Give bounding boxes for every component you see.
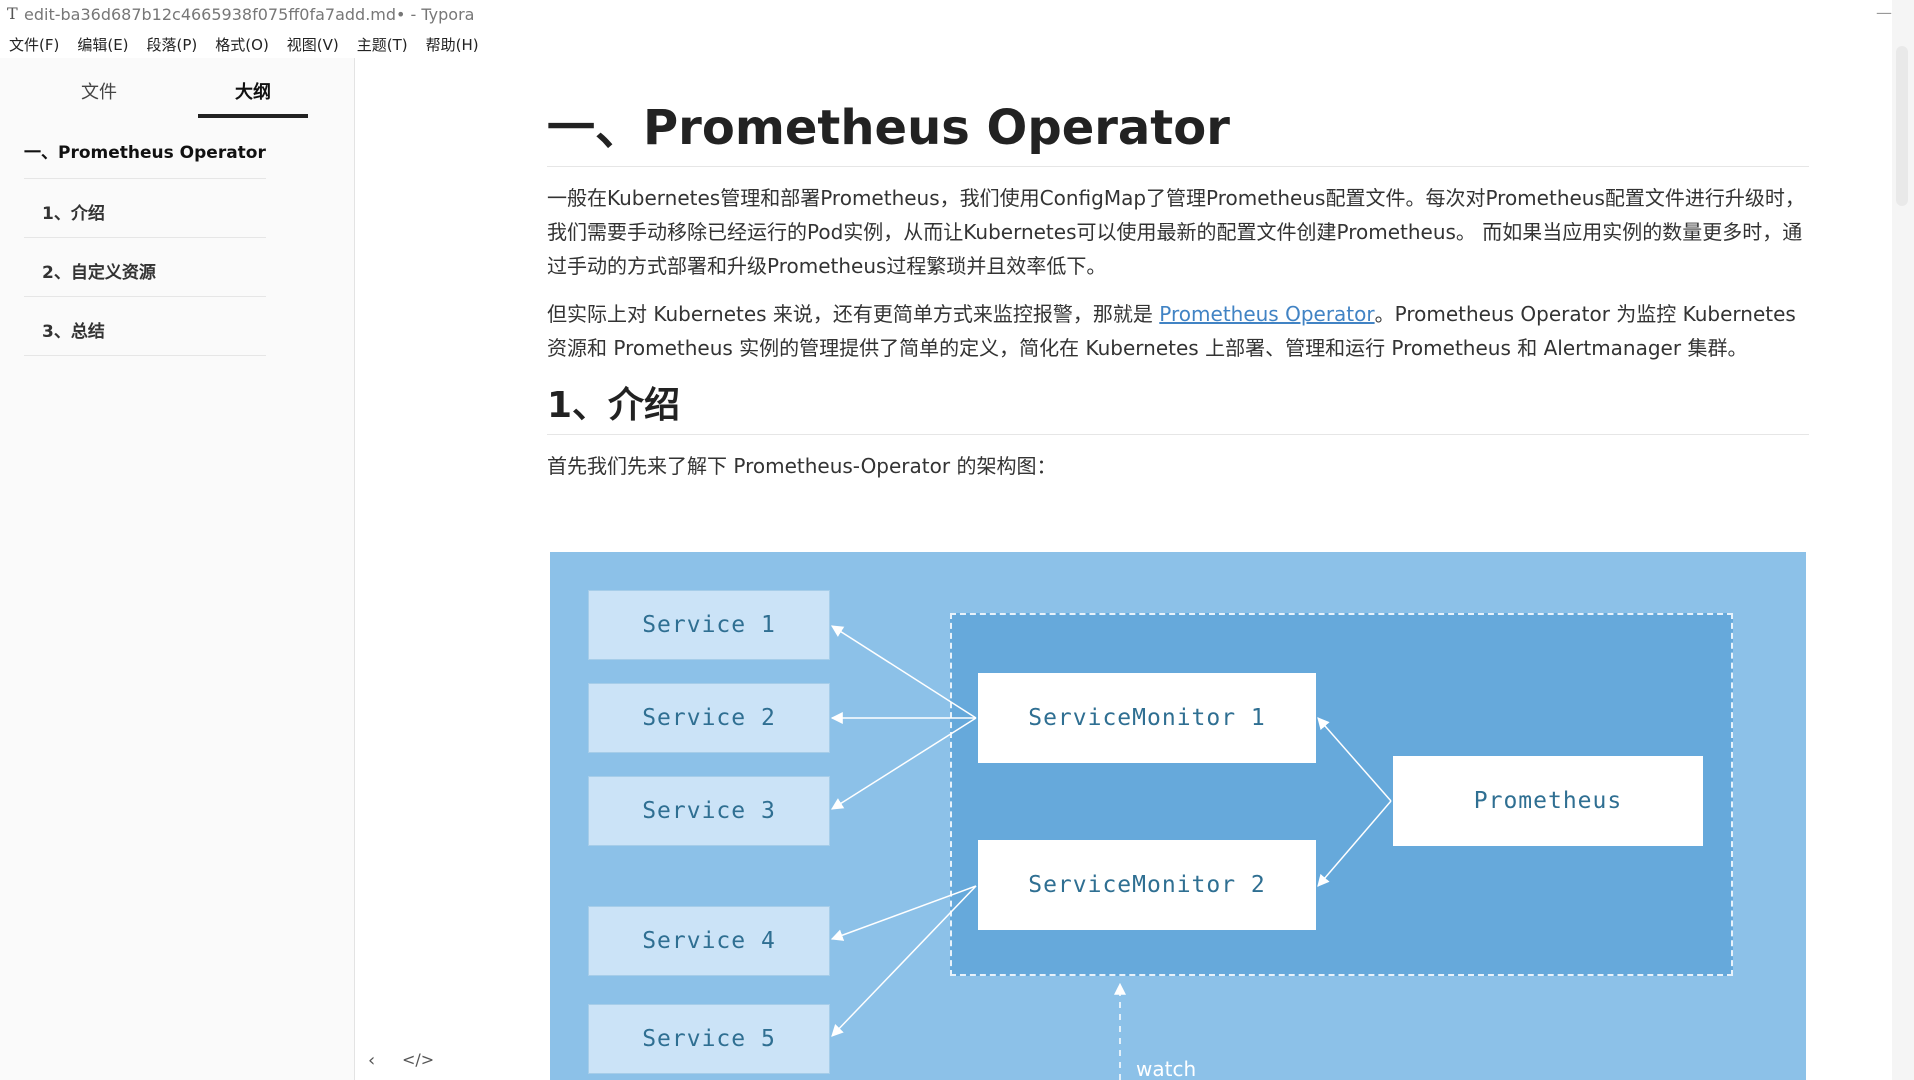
minimize-button[interactable]: — — [1876, 3, 1892, 22]
outline-item-summary[interactable]: 3、总结 — [24, 315, 266, 356]
window-title: edit-ba36d687b12c4665938f075ff0fa7add.md… — [24, 5, 475, 24]
service-2-box: Service 2 — [588, 683, 830, 753]
arrow-monitor1-service1 — [830, 625, 977, 719]
editor-content[interactable]: 一、Prometheus Operator 一般在Kubernetes管理和部署… — [547, 100, 1809, 483]
paragraph-intro: 一般在Kubernetes管理和部署Prometheus，我们使用ConfigM… — [547, 185, 1805, 278]
menu-view[interactable]: 视图(V) — [278, 31, 348, 57]
prometheus-operator-link[interactable]: Prometheus Operator — [1159, 302, 1374, 326]
heading-prometheus-operator: 一、Prometheus Operator — [547, 100, 1809, 167]
heading-intro: 1、介绍 — [547, 383, 1809, 435]
typora-app-icon: T — [7, 4, 18, 23]
arrow-monitor1-service3 — [830, 717, 977, 810]
outline-item-prometheus-operator[interactable]: 一、Prometheus Operator — [24, 136, 266, 179]
tab-files[interactable]: 文件 — [44, 76, 154, 114]
outline-list: 一、Prometheus Operator 1、介绍 2、自定义资源 3、总结 — [24, 136, 266, 356]
arrow-monitor2-service4 — [830, 885, 977, 941]
sidebar-tabs: 文件 大纲 — [0, 76, 354, 118]
menu-bar: 文件(F) 编辑(E) 段落(P) 格式(O) 视图(V) 主题(T) 帮助(H… — [0, 31, 488, 57]
architecture-diagram: Service 1 Service 2 Service 3 Service 4 … — [550, 552, 1806, 1080]
source-code-icon[interactable]: </> — [402, 1050, 434, 1069]
arrow-prometheus-monitor2 — [1317, 800, 1392, 887]
service-monitor-1-box: ServiceMonitor 1 — [978, 673, 1316, 763]
outline-item-custom-resources[interactable]: 2、自定义资源 — [24, 256, 266, 297]
paragraph-operator: 但实际上对 Kubernetes 来说，还有更简单方式来监控报警，那就是 Pro… — [547, 297, 1809, 365]
menu-file[interactable]: 文件(F) — [0, 31, 68, 57]
menu-theme[interactable]: 主题(T) — [348, 31, 417, 57]
watch-label: watch — [1136, 1057, 1197, 1080]
scrollbar-thumb[interactable] — [1896, 46, 1908, 206]
menu-edit[interactable]: 编辑(E) — [68, 31, 137, 57]
prometheus-box: Prometheus — [1393, 756, 1703, 846]
tab-outline[interactable]: 大纲 — [198, 76, 308, 118]
title-bar: T edit-ba36d687b12c4665938f075ff0fa7add.… — [0, 0, 1914, 30]
service-monitor-2-box: ServiceMonitor 2 — [978, 840, 1316, 930]
service-4-box: Service 4 — [588, 906, 830, 976]
scrollbar[interactable] — [1892, 0, 1914, 1080]
arrow-monitor2-service5 — [831, 885, 977, 1037]
service-1-box: Service 1 — [588, 590, 830, 660]
outline-item-intro[interactable]: 1、介绍 — [24, 197, 266, 238]
menu-format[interactable]: 格式(O) — [206, 31, 278, 57]
chevron-left-icon[interactable]: ‹ — [368, 1050, 375, 1071]
service-3-box: Service 3 — [588, 776, 830, 846]
menu-help[interactable]: 帮助(H) — [417, 31, 488, 57]
paragraph-operator-text-1: 但实际上对 Kubernetes 来说，还有更简单方式来监控报警，那就是 — [547, 301, 1160, 326]
menu-paragraph[interactable]: 段落(P) — [138, 31, 207, 57]
arrow-prometheus-monitor1 — [1317, 717, 1392, 802]
sidebar: 文件 大纲 一、Prometheus Operator 1、介绍 2、自定义资源… — [0, 58, 355, 1080]
service-5-box: Service 5 — [588, 1004, 830, 1074]
paragraph-architecture: 首先我们先来了解下 Prometheus-Operator 的架构图： — [547, 453, 1057, 478]
